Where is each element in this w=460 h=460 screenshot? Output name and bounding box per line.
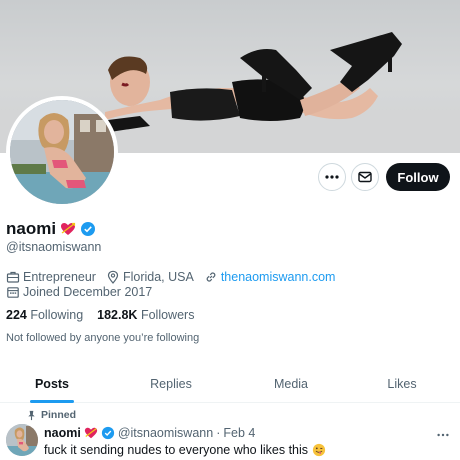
tweet-author-handle[interactable]: @itsnaomiswann (118, 426, 213, 440)
followers-count-link[interactable]: 182.8K Followers (97, 308, 194, 322)
link-icon (206, 272, 216, 282)
website-item[interactable]: thenaomiswann.com (204, 270, 336, 284)
more-icon (437, 433, 449, 437)
more-options-button[interactable] (318, 163, 346, 191)
tongue-wink-emoji-icon (312, 443, 326, 457)
tweet-more-button[interactable] (436, 428, 450, 447)
location-item: Florida, USA (106, 270, 194, 284)
not-followed-notice: Not followed by anyone you’re following (6, 332, 200, 344)
tweet-header: naomi @itsnaomiswann · Feb 4 (44, 426, 255, 440)
tweet-author-avatar[interactable] (6, 424, 38, 456)
verified-badge-icon (81, 222, 96, 236)
profile-meta-row: Entrepreneur Florida, USA thenaomiswann.… (6, 270, 345, 284)
mail-icon (358, 171, 372, 183)
active-tab-indicator (30, 400, 74, 403)
avatar-image (10, 100, 114, 204)
follow-button[interactable]: Follow (386, 163, 450, 191)
tab-likes[interactable]: Likes (344, 366, 460, 402)
tweet-separator: · (216, 426, 221, 440)
more-icon (325, 175, 339, 179)
following-count: 224 (6, 308, 27, 322)
joined-item: Joined December 2017 (6, 285, 152, 299)
pinned-label: Pinned (41, 409, 77, 421)
following-count-link[interactable]: 224 Following (6, 308, 83, 322)
tab-posts[interactable]: Posts (0, 366, 104, 403)
followers-count: 182.8K (97, 308, 138, 322)
profile-handle: @itsnaomiswann (6, 240, 102, 254)
verified-badge-icon (101, 426, 114, 440)
tweet-author-name[interactable]: naomi (44, 426, 81, 440)
profile-tabs: Posts Replies Media Likes (0, 366, 460, 403)
following-label: Following (30, 308, 84, 322)
heart-with-arrow-icon (61, 222, 76, 235)
pin-icon (28, 410, 35, 420)
tweet-date[interactable]: Feb 4 (223, 426, 255, 440)
profile-avatar[interactable] (6, 96, 118, 208)
message-button[interactable] (351, 163, 379, 191)
category-text: Entrepreneur (23, 270, 96, 284)
pinned-indicator: Pinned (26, 409, 76, 421)
tab-label: Posts (34, 377, 70, 391)
tweet-avatar-image (6, 424, 38, 456)
joined-text: Joined December 2017 (23, 285, 153, 299)
tweet-body: fuck it sending nudes to everyone who li… (44, 443, 326, 457)
heart-with-arrow-icon (84, 427, 97, 439)
display-name: naomi (6, 219, 57, 238)
category-item: Entrepreneur (6, 270, 96, 284)
tab-label: Likes (387, 377, 417, 391)
tab-replies[interactable]: Replies (104, 366, 238, 402)
name-row: naomi (6, 219, 96, 239)
followers-label: Followers (140, 308, 195, 322)
website-link[interactable]: thenaomiswann.com (221, 270, 336, 284)
tab-media[interactable]: Media (238, 366, 344, 402)
tab-label: Media (273, 377, 309, 391)
location-pin-icon (107, 270, 119, 284)
calendar-icon (7, 287, 19, 298)
follow-counts: 224 Following 182.8K Followers (6, 308, 194, 322)
joined-row: Joined December 2017 (6, 285, 162, 299)
tab-label: Replies (150, 377, 192, 391)
tweet-text: fuck it sending nudes to everyone who li… (44, 443, 309, 457)
location-text: Florida, USA (122, 270, 194, 284)
briefcase-icon (6, 271, 20, 283)
